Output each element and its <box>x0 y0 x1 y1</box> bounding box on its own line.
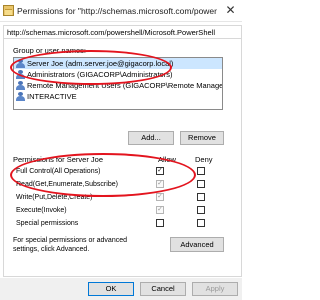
ok-button[interactable]: OK <box>88 282 134 296</box>
group-icon <box>16 92 25 101</box>
add-button[interactable]: Add... <box>128 131 174 145</box>
deny-checkbox-write[interactable] <box>197 193 205 201</box>
deny-checkbox-execute[interactable] <box>197 206 205 214</box>
remove-button[interactable]: Remove <box>180 131 224 145</box>
annotation-circle <box>10 50 172 85</box>
special-note: For special permissions or advanced sett… <box>13 237 127 253</box>
deny-checkbox-read[interactable] <box>197 180 205 188</box>
list-item[interactable]: INTERACTIVE <box>14 91 222 102</box>
folder-icon <box>3 5 14 16</box>
title-bar: Permissions for "http://schemas.microsof… <box>0 0 242 22</box>
group-icon <box>16 81 25 90</box>
advanced-button[interactable]: Advanced <box>170 237 224 252</box>
allow-checkbox-special[interactable] <box>156 219 164 227</box>
tab-security[interactable]: http://schemas.microsoft.com/powershell/… <box>3 25 242 39</box>
allow-checkbox-execute[interactable]: ✓ <box>156 206 164 214</box>
allow-checkbox-write[interactable]: ✓ <box>156 193 164 201</box>
close-button[interactable]: ✕ <box>222 3 239 18</box>
deny-checkbox-full-control[interactable] <box>197 167 205 175</box>
apply-button[interactable]: Apply <box>192 282 238 296</box>
deny-checkbox-special[interactable] <box>197 219 205 227</box>
window-title: Permissions for "http://schemas.microsof… <box>17 6 217 16</box>
cancel-button[interactable]: Cancel <box>140 282 186 296</box>
deny-header: Deny <box>195 155 213 164</box>
annotation-circle <box>10 153 196 197</box>
permission-label: Execute(Invoke) <box>16 207 67 214</box>
permission-label: Special permissions <box>16 220 79 227</box>
